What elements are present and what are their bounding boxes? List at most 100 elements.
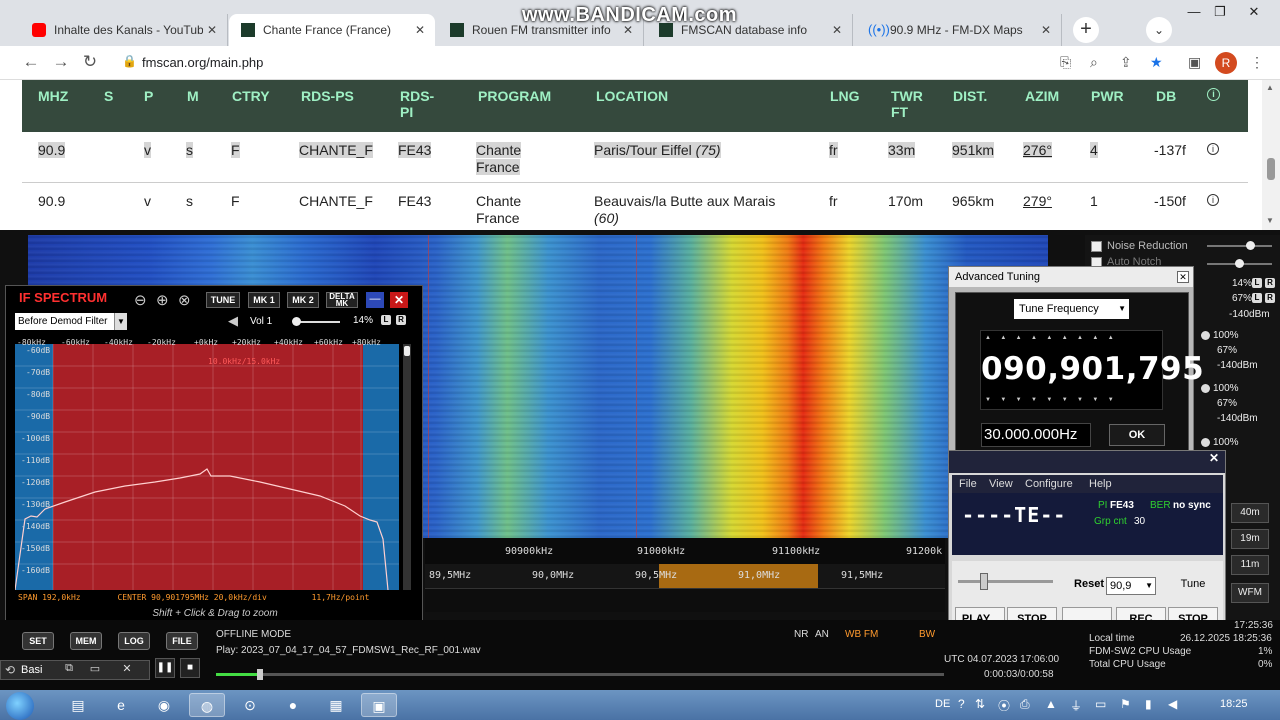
firefox-icon[interactable]: ◉ xyxy=(146,693,182,717)
cell-azim[interactable]: 276° xyxy=(1023,142,1052,158)
mem-button[interactable]: MEM xyxy=(70,632,102,650)
left-channel-button[interactable]: L xyxy=(381,315,391,325)
rds-slider[interactable] xyxy=(958,571,1053,597)
tab-close-icon[interactable]: ✕ xyxy=(1037,23,1055,37)
col-s[interactable]: S xyxy=(104,88,113,104)
nr-indicator[interactable]: NR xyxy=(794,629,808,640)
maximize-icon[interactable]: ❐ xyxy=(1206,4,1234,20)
chrome-icon[interactable]: ◍ xyxy=(189,693,225,717)
playback-progress[interactable] xyxy=(216,669,944,680)
slider-knob[interactable] xyxy=(980,573,988,590)
scroll-thumb[interactable] xyxy=(404,346,410,356)
channel-radio[interactable] xyxy=(1201,438,1210,447)
table-row[interactable]: 90.9 v s F CHANTE_F FE43 Chante France B… xyxy=(22,184,1248,230)
band-19m-button[interactable]: 19m xyxy=(1231,529,1269,549)
printer-icon[interactable]: ⎙ xyxy=(1020,697,1030,712)
wbfm-indicator[interactable]: WB FM xyxy=(845,629,878,640)
flag-icon[interactable]: ⚑ xyxy=(1120,697,1131,711)
tune-button[interactable]: TUNE xyxy=(206,292,240,308)
tab-close-icon[interactable]: ✕ xyxy=(828,23,846,37)
tab-youtube[interactable]: Inhalte des Kanals - YouTube S ✕ xyxy=(20,14,228,46)
forward-icon[interactable]: → xyxy=(50,52,72,72)
band-overview[interactable] xyxy=(425,588,945,612)
ok-button[interactable]: OK xyxy=(1109,424,1165,446)
if-spectrum-plot[interactable]: 10.0kHz/15.0kHz xyxy=(15,344,399,590)
usb-icon[interactable]: ⏚ xyxy=(1070,697,1082,714)
cell-location[interactable]: Beauvais/la Butte aux Marais xyxy=(594,193,775,209)
step-input[interactable]: 30.000.000Hz xyxy=(981,423,1091,447)
record-icon[interactable]: ⦿ xyxy=(998,697,1010,714)
frequency-display[interactable]: ▲▲▲▲▲▲▲▲▲ 090,901,795 ▼▼▼▼▼▼▼▼▼ xyxy=(980,330,1204,410)
table-row[interactable]: 90.9 v s F CHANTE_F FE43 Chante France P… xyxy=(22,133,1248,183)
scroll-thumb[interactable] xyxy=(1267,158,1275,180)
an-indicator[interactable]: AN xyxy=(815,629,829,640)
tab-close-icon[interactable]: ✕ xyxy=(411,23,429,37)
tab-chante-france[interactable]: Chante France (France) ✕ xyxy=(229,14,435,46)
zoom-reset-icon[interactable]: ⊗ xyxy=(178,291,191,309)
translate-icon[interactable]: ⎘ xyxy=(1060,54,1071,71)
col-program[interactable]: PROGRAM xyxy=(478,88,551,104)
col-m[interactable]: M xyxy=(187,88,199,104)
sidebar-icon[interactable]: ▣ xyxy=(1188,54,1201,71)
chevron-down-icon[interactable]: ▼ xyxy=(1145,578,1153,594)
arrow-up-icon[interactable]: ▲ xyxy=(1045,697,1057,711)
close-icon[interactable]: ✕ xyxy=(1209,451,1219,465)
share-icon[interactable]: ⇪ xyxy=(1120,54,1132,71)
notepad-icon[interactable]: ▦ xyxy=(318,693,354,717)
sdr-app-icon[interactable]: ⊙ xyxy=(232,693,268,717)
minimize-icon[interactable]: — xyxy=(1180,4,1208,19)
band-scale[interactable]: 89,5MHz 90,0MHz 90,5MHz 91,0MHz 91,5MHz xyxy=(425,564,945,588)
scroll-up-icon[interactable]: ▲ xyxy=(1266,83,1274,92)
channel-radio[interactable] xyxy=(1201,331,1210,340)
address-bar[interactable]: fmscan.org/main.php xyxy=(142,55,263,70)
mk1-button[interactable]: MK 1 xyxy=(248,292,280,308)
info-icon[interactable]: i xyxy=(1207,194,1219,206)
col-dist[interactable]: DIST. xyxy=(953,88,987,104)
digit-up-arrows[interactable]: ▲▲▲▲▲▲▲▲▲ xyxy=(985,335,1160,341)
language-indicator[interactable]: DE xyxy=(935,698,950,710)
nr-slider[interactable] xyxy=(1207,245,1272,247)
maximize-icon[interactable]: ▭ xyxy=(85,662,105,678)
col-location[interactable]: LOCATION xyxy=(596,88,668,104)
right-channel-button[interactable]: R xyxy=(1265,278,1275,288)
right-channel-button[interactable]: R xyxy=(1265,293,1275,303)
col-twr-ft[interactable]: TWR FT xyxy=(891,88,923,120)
mk2-button[interactable]: MK 2 xyxy=(287,292,319,308)
left-channel-button[interactable]: L xyxy=(1252,278,1262,288)
col-rds-ps[interactable]: RDS-PS xyxy=(301,88,354,104)
right-channel-button[interactable]: R xyxy=(396,315,406,325)
explorer-icon[interactable]: ▤ xyxy=(60,693,96,717)
filter-mode-select[interactable]: Before Demod Filter ▼ xyxy=(15,313,127,330)
menu-help[interactable]: Help xyxy=(1089,478,1112,490)
band-11m-button[interactable]: 11m xyxy=(1231,555,1269,575)
speaker-icon[interactable]: ◀ xyxy=(228,313,238,329)
network-icon[interactable]: ⇅ xyxy=(975,697,985,711)
pause-icon[interactable]: ❚❚ xyxy=(155,658,175,678)
menu-icon[interactable]: ⋮ xyxy=(1250,54,1264,71)
zoom-icon[interactable]: ⌕ xyxy=(1090,54,1098,71)
cell-program[interactable]: Chante France xyxy=(476,193,546,227)
reload-icon[interactable]: ↻ xyxy=(79,52,101,72)
bookmark-star-icon[interactable]: ★ xyxy=(1150,54,1163,71)
display-icon[interactable]: ▭ xyxy=(1095,697,1106,711)
slider-knob[interactable] xyxy=(1235,259,1244,268)
progress-knob[interactable] xyxy=(256,669,263,680)
scroll-down-icon[interactable]: ▼ xyxy=(1266,216,1274,225)
col-pwr[interactable]: PWR xyxy=(1091,88,1124,104)
slider-knob[interactable] xyxy=(1246,241,1255,250)
volume-icon[interactable]: ◀ xyxy=(1168,697,1177,711)
tab-close-icon[interactable]: ✕ xyxy=(203,23,221,37)
file-button[interactable]: FILE xyxy=(166,632,198,650)
basic-window-tab[interactable]: ⟲ Basi ⧉ ▭ ✕ xyxy=(0,660,150,680)
col-db[interactable]: DB xyxy=(1156,88,1176,104)
fdm-sw2-icon[interactable]: ▣ xyxy=(361,693,397,717)
band-40m-button[interactable]: 40m xyxy=(1231,503,1269,523)
close-icon[interactable]: ✕ xyxy=(1240,4,1268,20)
close-icon[interactable]: ✕ xyxy=(117,662,137,678)
ie-icon[interactable]: e xyxy=(103,693,139,717)
bandicam-icon[interactable]: ● xyxy=(275,693,311,717)
noise-reduction-checkbox[interactable] xyxy=(1091,241,1102,252)
help-icon[interactable]: ? xyxy=(958,697,965,711)
cell-azim[interactable]: 279° xyxy=(1023,193,1052,210)
stop-icon[interactable]: ■ xyxy=(180,658,200,678)
